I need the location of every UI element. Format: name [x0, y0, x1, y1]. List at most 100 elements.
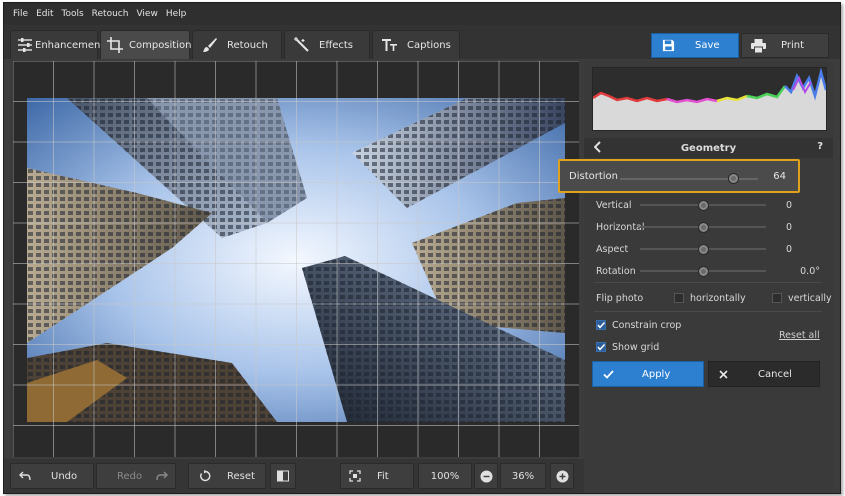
distortion-label: Distortion: [569, 171, 618, 182]
tab-captions[interactable]: Captions: [372, 30, 460, 59]
reset-label: Reset: [227, 470, 255, 482]
show-grid-label: Show grid: [612, 341, 660, 353]
fit-button[interactable]: Fit: [340, 463, 414, 489]
constrain-crop-label: Constrain crop: [612, 319, 682, 331]
flip-label: Flip photo: [596, 292, 644, 304]
horizontal-label: Horizontal: [596, 221, 645, 233]
redo-label: Redo: [117, 470, 143, 482]
print-label: Print: [781, 40, 805, 51]
tab-label: Captions: [407, 39, 451, 51]
save-label: Save: [695, 40, 720, 51]
zoom-in-button[interactable]: [550, 463, 574, 489]
text-icon: [379, 37, 401, 53]
menu-bar: File Edit Tools Retouch View Help: [4, 3, 840, 25]
aspect-label: Aspect: [596, 243, 629, 255]
flip-row: Flip photo horizontally vertically: [596, 290, 832, 306]
show-grid-checkbox[interactable]: [596, 342, 606, 352]
rotation-row: Rotation 0.0°: [596, 263, 828, 279]
checkmark-icon: [597, 343, 606, 351]
undo-label: Undo: [51, 470, 78, 482]
vertical-slider-knob[interactable]: [698, 200, 709, 211]
checkmark-icon: [597, 321, 606, 329]
redo-icon: [156, 471, 169, 481]
plus-circle-icon: [556, 470, 569, 483]
aspect-slider-knob[interactable]: [698, 244, 709, 255]
constrain-crop-checkbox[interactable]: [596, 320, 606, 330]
back-chevron-icon[interactable]: [594, 141, 602, 153]
compare-icon: [277, 470, 289, 482]
undo-icon: [19, 471, 31, 481]
flip-vertical-checkbox[interactable]: [772, 293, 782, 303]
photo-canvas[interactable]: [13, 61, 579, 457]
undo-button[interactable]: Undo: [10, 463, 94, 489]
aspect-value: 0: [785, 243, 792, 255]
fit-icon: [349, 470, 361, 482]
menu-tools[interactable]: Tools: [62, 9, 84, 19]
check-icon: [603, 369, 614, 379]
fit-label: Fit: [377, 470, 389, 482]
divider: [594, 311, 822, 312]
zoom-100-button[interactable]: 100%: [418, 463, 472, 489]
rotation-value: 0.0°: [800, 265, 820, 277]
vertical-label: Vertical: [596, 199, 632, 211]
vertical-row: Vertical 0: [596, 197, 828, 213]
horizontal-slider-knob[interactable]: [698, 222, 709, 233]
right-panel: Geometry ? Vertical 0 Horizontal 0 Aspec…: [584, 61, 833, 493]
composition-grid: [13, 61, 579, 457]
cancel-button[interactable]: Cancel: [708, 361, 820, 387]
zoom-100-label: 100%: [430, 470, 460, 482]
help-icon[interactable]: ?: [817, 141, 823, 152]
histogram: [592, 67, 828, 131]
save-icon: [662, 39, 675, 52]
reset-button[interactable]: Reset: [188, 463, 266, 489]
save-button[interactable]: Save: [651, 33, 739, 58]
close-icon: [719, 369, 728, 379]
horizontal-value: 0: [785, 221, 792, 233]
flip-vertical-label: vertically: [788, 292, 832, 304]
distortion-slider-knob[interactable]: [728, 173, 740, 184]
crop-icon: [107, 37, 123, 53]
cancel-label: Cancel: [758, 368, 792, 380]
horizontal-row: Horizontal 0: [596, 219, 828, 235]
minus-circle-icon: [480, 470, 493, 483]
brush-icon: [199, 37, 221, 53]
print-button[interactable]: Print: [741, 33, 829, 58]
menu-view[interactable]: View: [136, 9, 157, 19]
flip-horizontal-label: horizontally: [690, 292, 746, 304]
aspect-row: Aspect 0: [596, 241, 828, 257]
tab-label: Retouch: [227, 39, 268, 51]
flip-horizontal-checkbox[interactable]: [674, 293, 684, 303]
tab-label: Enhancement: [35, 39, 105, 51]
histogram-graph: [592, 67, 828, 130]
tab-retouch[interactable]: Retouch: [192, 30, 282, 59]
menu-edit[interactable]: Edit: [36, 9, 53, 19]
apply-button[interactable]: Apply: [592, 361, 704, 387]
distortion-value: 64: [773, 171, 786, 182]
zoom-value-label: 36%: [511, 470, 535, 482]
compare-button[interactable]: [270, 463, 296, 489]
divider: [594, 282, 822, 283]
app-window: File Edit Tools Retouch View Help Enhanc…: [3, 2, 841, 494]
menu-retouch[interactable]: Retouch: [92, 9, 129, 19]
tab-label: Effects: [319, 39, 353, 51]
distortion-highlight: Distortion 64: [558, 159, 800, 193]
printer-icon: [751, 38, 766, 53]
reset-icon: [199, 470, 211, 482]
zoom-out-button[interactable]: [474, 463, 498, 489]
tab-composition[interactable]: Composition: [100, 30, 192, 59]
reset-all-link[interactable]: Reset all: [779, 330, 820, 341]
rotation-label: Rotation: [596, 265, 636, 277]
rotation-slider-knob[interactable]: [698, 266, 709, 277]
tab-label: Composition: [129, 39, 192, 51]
menu-file[interactable]: File: [13, 9, 28, 19]
menu-help[interactable]: Help: [166, 9, 187, 19]
magic-wand-icon: [291, 37, 313, 53]
show-grid-row: Show grid: [596, 339, 828, 355]
tab-enhancement[interactable]: Enhancement: [10, 30, 104, 59]
geometry-title: Geometry: [680, 142, 737, 154]
geometry-header: Geometry ?: [584, 138, 833, 158]
tab-effects[interactable]: Effects: [284, 30, 370, 59]
bottom-toolbar: Undo Redo Reset Fit 100% 36%: [4, 459, 584, 493]
sliders-icon: [17, 37, 33, 53]
redo-button[interactable]: Redo: [96, 463, 176, 489]
